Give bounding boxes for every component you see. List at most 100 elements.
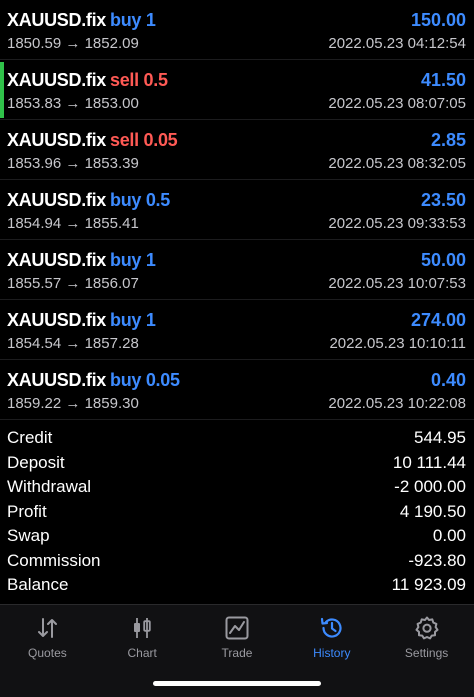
close-price: 1853.00 [84, 95, 139, 112]
deal-time: 2022.05.23 04:12:54 [328, 35, 466, 52]
deal-side: buy 1 [110, 10, 156, 30]
summary-label: Credit [7, 428, 53, 447]
tab-history[interactable]: History [284, 605, 379, 675]
deal-row[interactable]: XAUUSD.fix buy 0.5 23.50 1854.94 → 1855.4… [0, 180, 474, 240]
deal-profit: 150.00 [410, 10, 466, 30]
deal-prices: 1850.59 → 1852.09 [7, 35, 139, 52]
arrow-icon: → [65, 395, 81, 412]
summary-value: -2 000.00 [394, 477, 466, 496]
trade-chart-icon [225, 616, 249, 640]
arrow-icon: → [65, 335, 81, 352]
deal-row[interactable]: XAUUSD.fix sell 0.05 2.85 1853.96 → 1853.… [0, 120, 474, 180]
tab-trade[interactable]: Trade [190, 605, 285, 675]
deal-prices: 1859.22 → 1859.30 [7, 395, 139, 412]
summary-label: Balance [7, 575, 69, 594]
open-price: 1853.83 [7, 95, 62, 112]
arrow-icon: → [65, 35, 81, 52]
symbol-text: XAUUSD.fix [7, 310, 107, 330]
deal-profit: 274.00 [410, 310, 466, 330]
summary-row-commission: Commission -923.80 [0, 549, 474, 574]
close-price: 1852.09 [84, 35, 139, 52]
open-price: 1859.22 [7, 395, 62, 412]
deal-symbol: XAUUSD.fix sell 0.05 [7, 130, 178, 151]
deal-time: 2022.05.23 10:07:53 [328, 275, 466, 292]
deal-prices: 1854.94 → 1855.41 [7, 215, 139, 232]
tab-label: Quotes [28, 646, 67, 660]
tab-chart[interactable]: Chart [95, 605, 190, 675]
quotes-arrows-icon [38, 618, 58, 638]
arrow-icon: → [65, 275, 81, 292]
symbol-text: XAUUSD.fix [7, 190, 107, 210]
close-price: 1853.39 [84, 155, 139, 172]
deal-symbol: XAUUSD.fix buy 1 [7, 310, 156, 331]
candlestick-icon [134, 618, 151, 638]
deal-side: buy 1 [110, 250, 156, 270]
deal-row[interactable]: XAUUSD.fix buy 1 274.00 1854.54 → 1857.28… [0, 300, 474, 360]
deal-time: 2022.05.23 10:10:11 [329, 335, 466, 352]
tab-label: Trade [221, 646, 253, 660]
deal-row[interactable]: XAUUSD.fix buy 1 50.00 1855.57 → 1856.07 … [0, 240, 474, 300]
arrow-icon: → [65, 155, 81, 172]
summary-label: Swap [7, 526, 50, 545]
summary-row-swap: Swap 0.00 [0, 524, 474, 549]
deal-prices: 1853.96 → 1853.39 [7, 155, 139, 172]
symbol-text: XAUUSD.fix [7, 130, 107, 150]
home-indicator [153, 681, 321, 686]
symbol-text: XAUUSD.fix [7, 370, 107, 390]
open-price: 1854.94 [7, 215, 62, 232]
deal-symbol: XAUUSD.fix buy 1 [7, 250, 156, 271]
summary-row-deposit: Deposit 10 111.44 [0, 451, 474, 476]
deal-side: buy 0.05 [110, 370, 180, 390]
summary-label: Withdrawal [7, 477, 92, 496]
summary-value: 11 923.09 [391, 575, 466, 594]
summary-value: 4 190.50 [399, 501, 466, 521]
tab-quotes[interactable]: Quotes [0, 605, 95, 675]
open-price: 1854.54 [7, 335, 62, 352]
deal-time: 2022.05.23 09:33:53 [328, 215, 466, 232]
deals-list: XAUUSD.fix buy 1 150.00 1850.59 → 1852.09… [0, 0, 474, 420]
deal-symbol: XAUUSD.fix buy 0.05 [7, 370, 180, 391]
close-price: 1859.30 [84, 395, 139, 412]
deal-row[interactable]: XAUUSD.fix buy 0.05 0.40 1859.22 → 1859.3… [0, 360, 474, 420]
deal-time: 2022.05.23 08:07:05 [328, 95, 466, 112]
symbol-text: XAUUSD.fix [7, 10, 107, 30]
summary-value: -923.80 [408, 550, 466, 570]
deal-profit: 2.85 [430, 130, 466, 150]
deal-profit: 0.40 [430, 370, 466, 390]
arrow-icon: → [65, 95, 81, 112]
tab-label: History [313, 646, 351, 660]
deal-symbol: XAUUSD.fix buy 0.5 [7, 190, 170, 211]
summary-value: 544.95 [414, 428, 466, 447]
summary-label: Profit [7, 501, 47, 521]
close-price: 1857.28 [84, 335, 139, 352]
symbol-text: XAUUSD.fix [7, 250, 107, 270]
deal-profit: 50.00 [420, 250, 466, 270]
deal-side: buy 0.5 [110, 190, 170, 210]
close-price: 1855.41 [84, 215, 139, 232]
account-summary: Credit 544.95 Deposit 10 111.44 Withdrawal… [0, 426, 474, 598]
deal-prices: 1853.83 → 1853.00 [7, 95, 139, 112]
summary-value: 10 111.44 [392, 452, 466, 472]
deal-symbol: XAUUSD.fix buy 1 [7, 10, 156, 31]
deal-row[interactable]: XAUUSD.fix buy 1 150.00 1850.59 → 1852.09… [0, 0, 474, 60]
tab-label: Chart [127, 646, 157, 660]
history-clock-icon [320, 617, 342, 638]
deal-time: 2022.05.23 08:32:05 [328, 155, 466, 172]
deal-time: 2022.05.23 10:22:08 [328, 395, 466, 412]
open-price: 1855.57 [7, 275, 62, 292]
gear-icon [415, 616, 439, 640]
close-price: 1856.07 [84, 275, 139, 292]
tab-label: Settings [404, 646, 449, 660]
deal-prices: 1855.57 → 1856.07 [7, 275, 139, 292]
deal-profit: 23.50 [420, 190, 466, 210]
deal-side: sell 0.05 [110, 130, 178, 150]
deal-profit: 41.50 [420, 70, 466, 90]
arrow-icon: → [65, 215, 81, 232]
summary-label: Commission [7, 550, 101, 570]
summary-row-credit: Credit 544.95 [0, 426, 474, 451]
deal-row[interactable]: XAUUSD.fix sell 0.5 41.50 1853.83 → 1853.… [0, 60, 474, 120]
selected-indicator [0, 62, 4, 118]
deal-prices: 1854.54 → 1857.28 [7, 335, 139, 352]
deal-symbol: XAUUSD.fix sell 0.5 [7, 70, 168, 91]
tab-settings[interactable]: Settings [379, 605, 474, 675]
